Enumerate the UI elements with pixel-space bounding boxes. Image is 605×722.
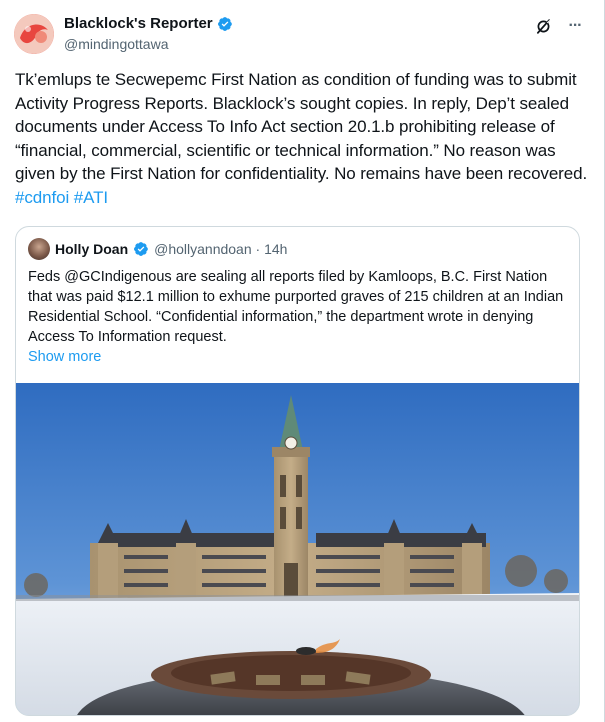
- verified-badge-icon: [133, 241, 149, 257]
- header-actions: ···: [534, 17, 584, 35]
- tweet-header: Blacklock's Reporter @mindingottawa ···: [64, 15, 584, 55]
- quote-author-handle-time[interactable]: @hollyanndoan · 14h: [154, 240, 287, 258]
- quote-author-avatar: [28, 238, 50, 260]
- more-icon[interactable]: ···: [566, 17, 584, 35]
- grok-icon[interactable]: [534, 17, 552, 35]
- quote-header: Holly Doan @hollyanndoan · 14h: [28, 238, 287, 260]
- parliament-photo[interactable]: [16, 383, 579, 716]
- tweet-text: Tk’emlups te Secwepemc First Nation as c…: [15, 68, 590, 209]
- quoted-tweet[interactable]: Holly Doan @hollyanndoan · 14h Feds @GCI…: [15, 226, 580, 716]
- hashtag-cdnfoi[interactable]: #cdnfoi: [15, 188, 69, 207]
- show-more-link[interactable]: Show more: [28, 347, 568, 367]
- tweet-card: Blacklock's Reporter @mindingottawa ··· …: [0, 0, 605, 722]
- tweet-body: Tk’emlups te Secwepemc First Nation as c…: [15, 70, 588, 183]
- author-handle[interactable]: @mindingottawa: [64, 35, 584, 53]
- hashtag-ati[interactable]: #ATI: [74, 188, 108, 207]
- verified-badge-icon: [217, 16, 233, 32]
- author-display-name[interactable]: Blacklock's Reporter: [64, 15, 213, 33]
- author-avatar[interactable]: [14, 14, 54, 54]
- quote-text: Feds @GCIndigenous are sealing all repor…: [28, 267, 568, 367]
- quote-author-name[interactable]: Holly Doan: [55, 240, 128, 258]
- quote-body: Feds @GCIndigenous are sealing all repor…: [28, 269, 564, 345]
